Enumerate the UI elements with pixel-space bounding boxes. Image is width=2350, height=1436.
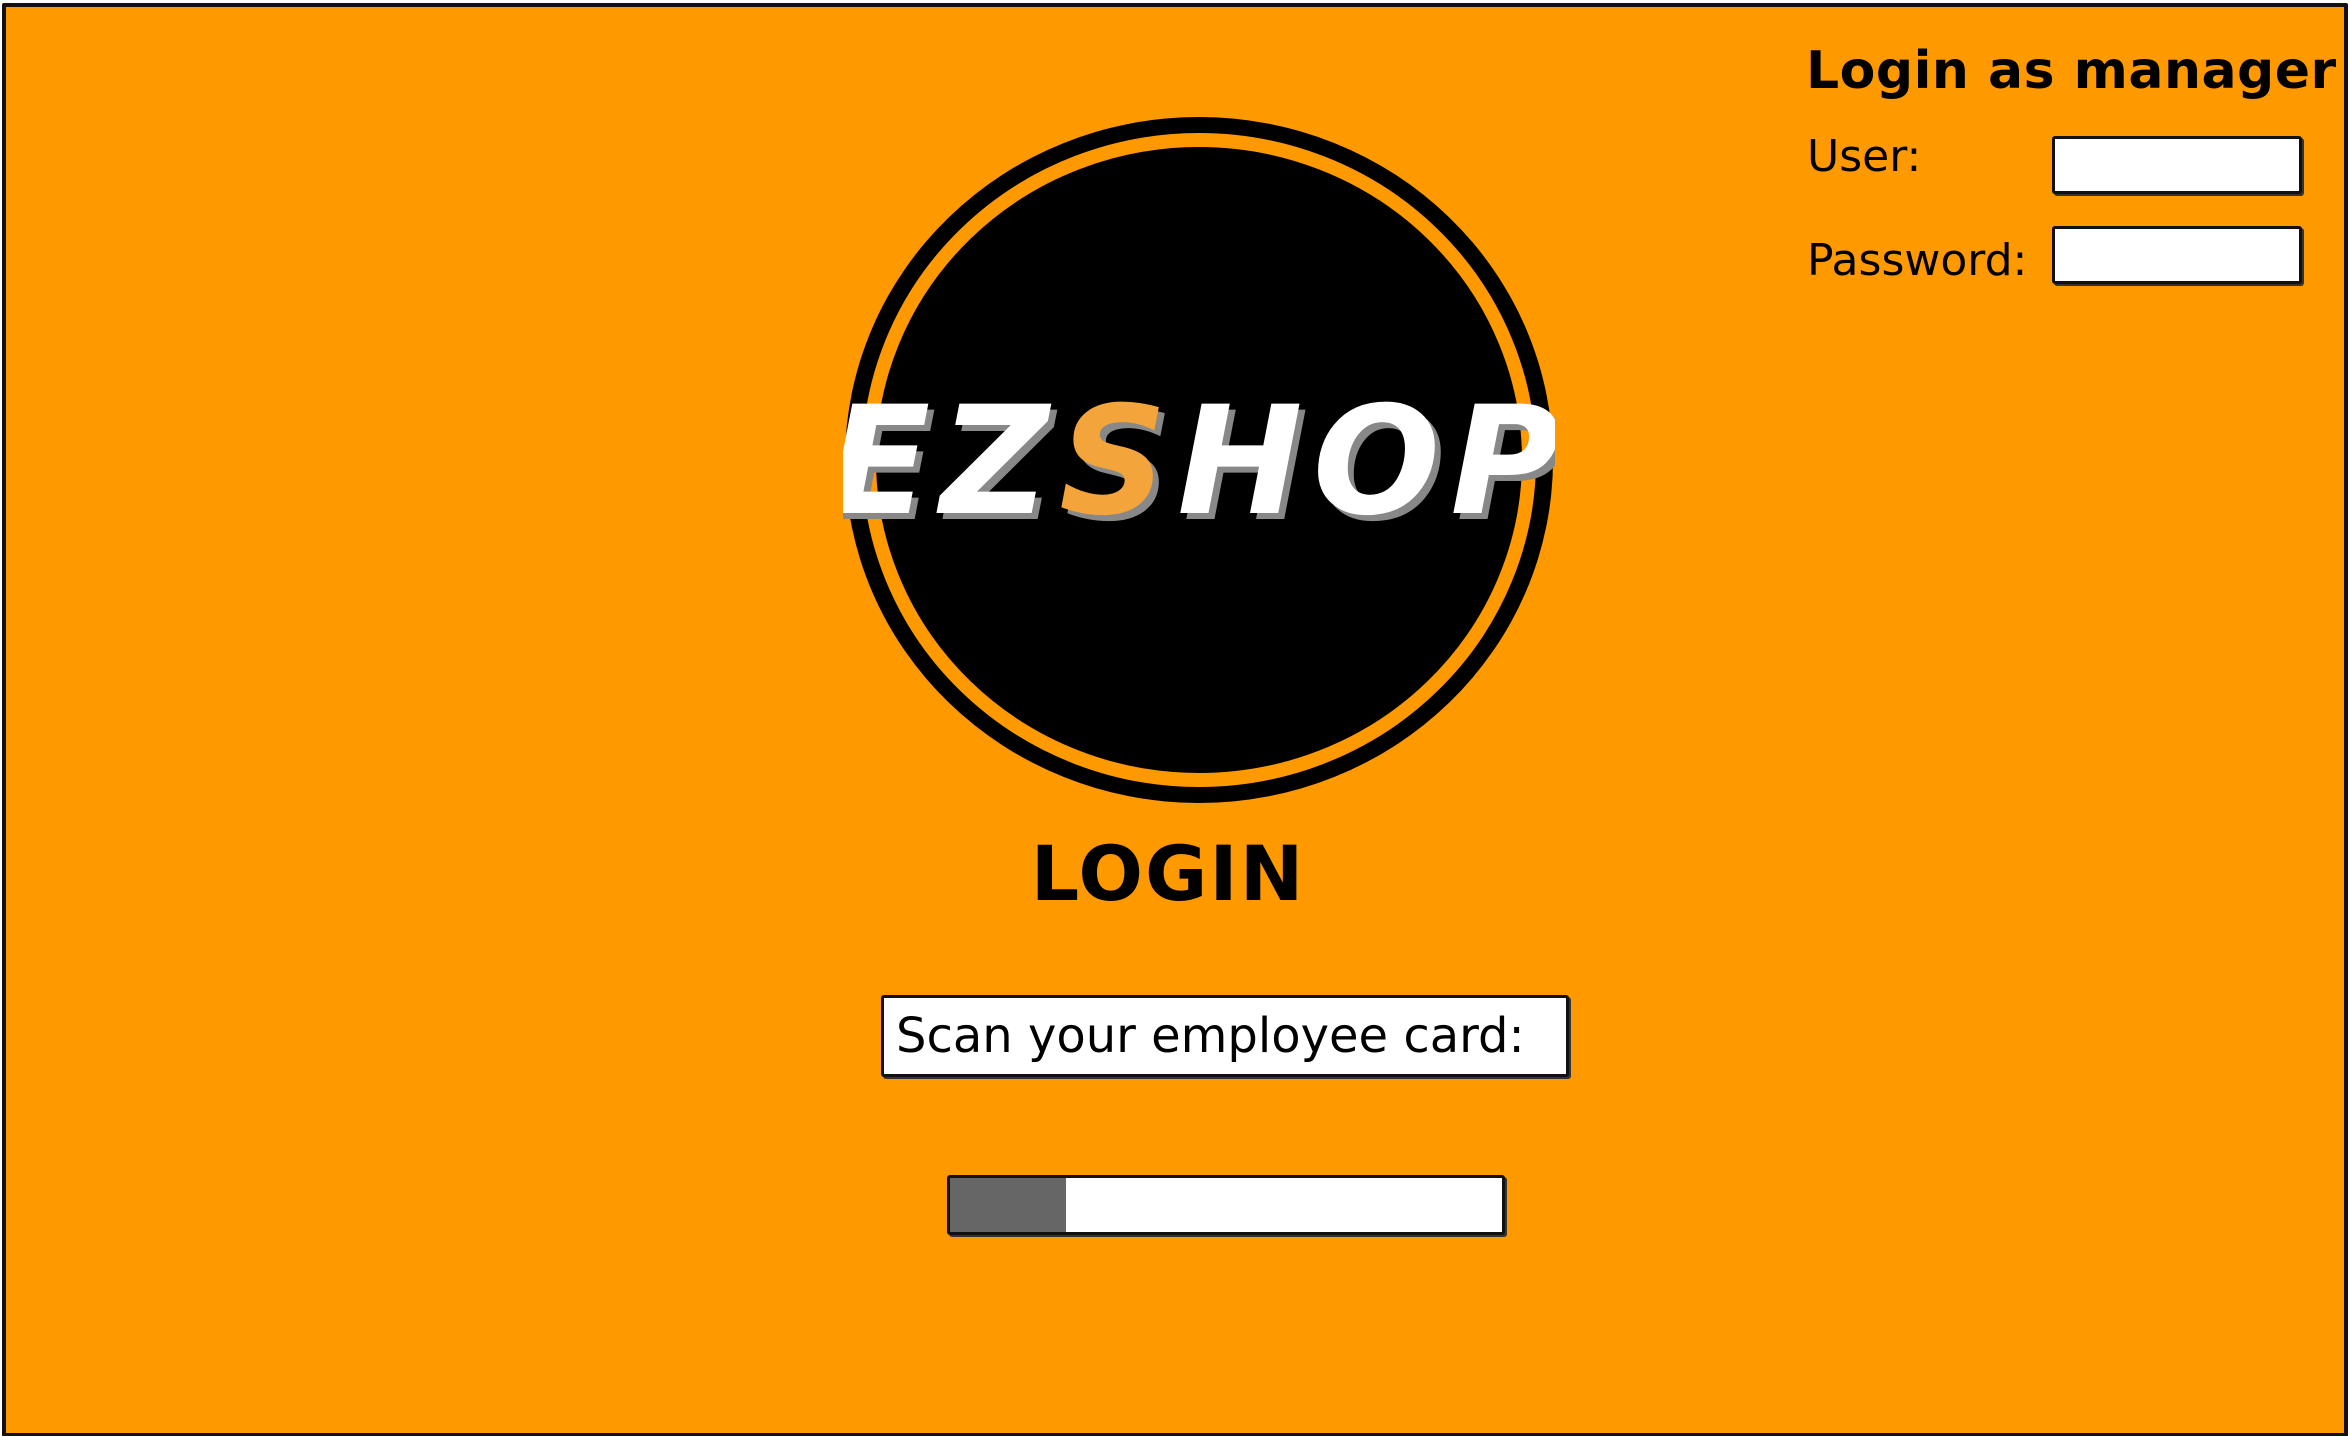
logo-text-ez: EZ bbox=[843, 375, 1059, 549]
svg-text:EZSHOP: EZSHOP bbox=[843, 375, 1555, 549]
scan-card-prompt-text: Scan your employee card: bbox=[896, 1008, 1525, 1064]
scan-card-prompt: Scan your employee card: bbox=[881, 995, 1569, 1077]
logo-text-hop: HOP bbox=[1177, 375, 1555, 549]
password-input[interactable] bbox=[2052, 226, 2302, 284]
ezshop-logo: EZSHOP EZSHOP bbox=[843, 115, 1555, 805]
login-screen: Login as manager User: Password: EZSHOP … bbox=[2, 3, 2348, 1436]
login-heading: LOGIN bbox=[1030, 829, 1306, 918]
password-label: Password: bbox=[1807, 235, 2028, 286]
scan-progress-fill bbox=[950, 1178, 1066, 1232]
user-input[interactable] bbox=[2052, 136, 2302, 194]
scan-progress-bar bbox=[947, 1175, 1505, 1235]
manager-login-title: Login as manager bbox=[1806, 41, 2337, 101]
logo-text-s: S bbox=[1059, 375, 1177, 549]
user-label: User: bbox=[1807, 131, 1922, 182]
